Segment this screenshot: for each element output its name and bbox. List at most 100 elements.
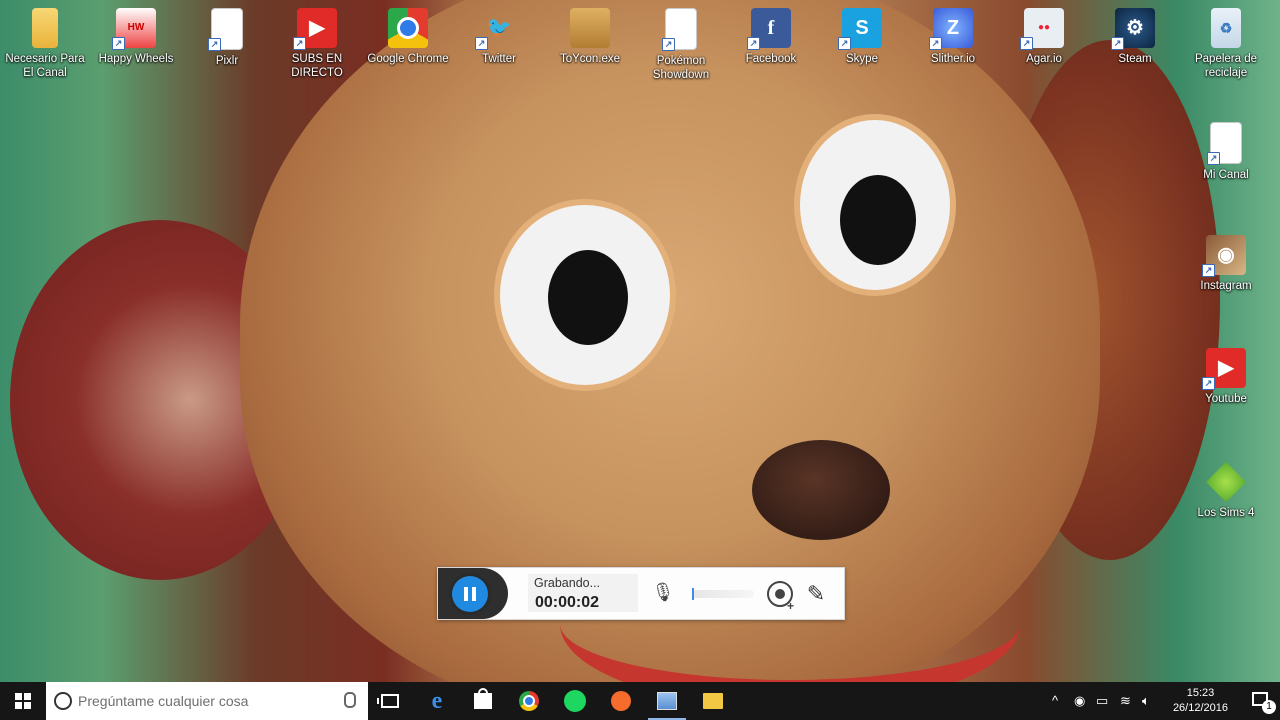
happy-wheels-icon: HW ↗ bbox=[112, 8, 156, 50]
search-box[interactable]: Pregúntame cualquier cosa bbox=[46, 682, 368, 720]
folder-icon bbox=[703, 693, 723, 709]
task-view-icon bbox=[377, 694, 399, 708]
desktop-icon-label: Twitter bbox=[482, 53, 516, 65]
clock[interactable]: 15:23 26/12/2016 bbox=[1173, 686, 1228, 716]
pencil-icon[interactable]: ✎ bbox=[803, 581, 829, 607]
start-button[interactable] bbox=[0, 682, 46, 720]
youtube-icon: ▶ ↗ bbox=[293, 8, 337, 50]
desktop-icon-label: Mi Canal bbox=[1203, 169, 1249, 181]
recycle-bin-icon: ♻ bbox=[1211, 8, 1241, 48]
clock-time: 15:23 bbox=[1186, 687, 1215, 699]
desktop-icon-slither[interactable]: Z ↗ Slither.io bbox=[908, 0, 998, 66]
desktop-icon-pokemon-showdown[interactable]: ↗ Pokémon Showdown bbox=[636, 0, 726, 82]
sims-icon bbox=[1206, 462, 1246, 502]
desktop-icon-skype[interactable]: S ↗ Skype bbox=[817, 0, 907, 66]
desktop-icon-label: Los Sims 4 bbox=[1197, 507, 1255, 519]
microphone-mute-icon[interactable]: 🎙︎ bbox=[650, 582, 676, 604]
taskbar-edge[interactable]: e bbox=[414, 682, 460, 720]
taskbar-file-explorer[interactable] bbox=[690, 682, 736, 720]
skype-icon: S ↗ bbox=[838, 8, 882, 50]
record-indicator-icon[interactable]: ◉ bbox=[1074, 693, 1085, 709]
pause-icon-bar bbox=[472, 587, 476, 601]
desktop-icon-label: Pixlr bbox=[215, 55, 239, 67]
desktop-icon-label: Slither.io bbox=[930, 53, 976, 65]
box-icon bbox=[570, 8, 610, 48]
desktop-icon-agar[interactable]: ●● ↗ Agar.io bbox=[999, 0, 1089, 66]
desktop-icon-subs-en-directo[interactable]: ▶ ↗ SUBS EN DIRECTO bbox=[272, 0, 362, 80]
desktop-icon-google-chrome[interactable]: Google Chrome bbox=[363, 0, 453, 66]
notification-count-badge: 1 bbox=[1262, 700, 1276, 714]
windows-logo-icon bbox=[15, 693, 31, 709]
wallpaper-nose bbox=[752, 440, 890, 540]
search-placeholder: Pregúntame cualquier cosa bbox=[78, 693, 249, 709]
taskbar: Pregúntame cualquier cosa e ^ ◉ ▭ ≋ 🔈︎ 1… bbox=[0, 682, 1280, 720]
system-tray: ^ ◉ ▭ ≋ 🔈︎ 15:23 26/12/2016 1 bbox=[1050, 682, 1280, 720]
desktop-icon-instagram[interactable]: ◉ ↗ Instagram bbox=[1181, 227, 1271, 293]
desktop-icon-label: Pokémon Showdown bbox=[652, 55, 710, 81]
pause-icon bbox=[464, 587, 468, 601]
folder-icon bbox=[32, 8, 58, 48]
desktop-icon-label: Agar.io bbox=[1026, 53, 1062, 65]
origin-icon bbox=[611, 691, 631, 711]
taskbar-spotify[interactable] bbox=[552, 682, 598, 720]
desktop-icon-toycon[interactable]: ToYcon.exe bbox=[545, 0, 635, 66]
wallpaper-eye-right bbox=[800, 120, 950, 290]
desktop-icon-happy-wheels[interactable]: HW ↗ Happy Wheels bbox=[91, 0, 181, 66]
document-icon: ↗ bbox=[208, 8, 243, 51]
chrome-icon bbox=[519, 691, 539, 711]
desktop-icon-label: ToYcon.exe bbox=[559, 53, 621, 65]
steam-icon: ⚙ ↗ bbox=[1111, 8, 1155, 50]
chrome-icon bbox=[388, 8, 428, 48]
cortana-icon bbox=[54, 692, 72, 710]
desktop-icon-twitter[interactable]: 🐦 ↗ Twitter bbox=[454, 0, 544, 66]
webcam-lens bbox=[775, 589, 785, 599]
recorder-control-area bbox=[438, 568, 508, 619]
desktop-icon-label: Google Chrome bbox=[367, 53, 449, 65]
photos-icon bbox=[657, 692, 677, 710]
desktop-icon-label: Necesario Para El Canal bbox=[5, 53, 85, 79]
store-icon bbox=[474, 688, 492, 709]
document-icon: ↗ bbox=[1207, 122, 1242, 165]
desktop-icon-facebook[interactable]: f ↗ Facebook bbox=[726, 0, 816, 66]
twitter-icon: 🐦 ↗ bbox=[475, 8, 519, 50]
battery-icon[interactable]: ▭ bbox=[1096, 693, 1108, 709]
facebook-icon: f ↗ bbox=[747, 8, 791, 50]
desktop-icon-recycle-bin[interactable]: ♻ Papelera de reciclaje bbox=[1181, 0, 1271, 80]
desktop-icon-label: SUBS EN DIRECTO bbox=[291, 53, 343, 79]
slither-icon: Z ↗ bbox=[929, 8, 973, 50]
recording-timer: 00:00:02 bbox=[535, 594, 600, 611]
spotify-icon bbox=[564, 690, 586, 712]
desktop-icon-label: Happy Wheels bbox=[98, 53, 174, 65]
desktop-icon-steam[interactable]: ⚙ ↗ Steam bbox=[1090, 0, 1180, 66]
chevron-up-icon[interactable]: ^ bbox=[1052, 693, 1058, 708]
recording-status-label: Grabando... bbox=[534, 576, 601, 590]
wallpaper-eye-left bbox=[500, 205, 670, 385]
desktop-icon-mi-canal[interactable]: ↗ Mi Canal bbox=[1181, 114, 1271, 182]
desktop-icon-necesario[interactable]: Necesario Para El Canal bbox=[0, 0, 90, 80]
taskbar-chrome[interactable] bbox=[506, 682, 552, 720]
clock-date: 26/12/2016 bbox=[1172, 702, 1228, 714]
pause-button[interactable] bbox=[452, 576, 488, 612]
taskbar-photos[interactable] bbox=[644, 682, 690, 720]
wifi-icon[interactable]: ≋ bbox=[1120, 693, 1131, 709]
desktop-icon-label: Skype bbox=[846, 53, 878, 65]
taskbar-store[interactable] bbox=[460, 682, 506, 720]
youtube-icon: ▶ ↗ bbox=[1202, 348, 1246, 390]
desktop-icon-pixlr[interactable]: ↗ Pixlr bbox=[182, 0, 272, 68]
recording-toolbar: Grabando... 00:00:02 🎙︎ + ✎ bbox=[437, 567, 845, 620]
agar-icon: ●● ↗ bbox=[1020, 8, 1064, 50]
microphone-icon[interactable] bbox=[344, 692, 356, 708]
volume-icon[interactable]: 🔈︎ bbox=[1142, 693, 1150, 709]
desktop-icon-youtube[interactable]: ▶ ↗ Youtube bbox=[1181, 340, 1271, 406]
task-view-button[interactable] bbox=[367, 682, 413, 720]
plus-icon: + bbox=[787, 599, 795, 613]
volume-slider[interactable] bbox=[692, 588, 754, 600]
recording-status: Grabando... 00:00:02 bbox=[528, 574, 638, 612]
instagram-icon: ◉ ↗ bbox=[1202, 235, 1246, 277]
desktop-icon-label: Youtube bbox=[1205, 393, 1247, 405]
edge-icon: e bbox=[431, 687, 443, 714]
taskbar-origin[interactable] bbox=[598, 682, 644, 720]
desktop-icon-los-sims-4[interactable]: Los Sims 4 bbox=[1181, 454, 1271, 520]
desktop-icon-label: Steam bbox=[1118, 53, 1152, 65]
webcam-add-icon[interactable]: + bbox=[767, 581, 794, 613]
